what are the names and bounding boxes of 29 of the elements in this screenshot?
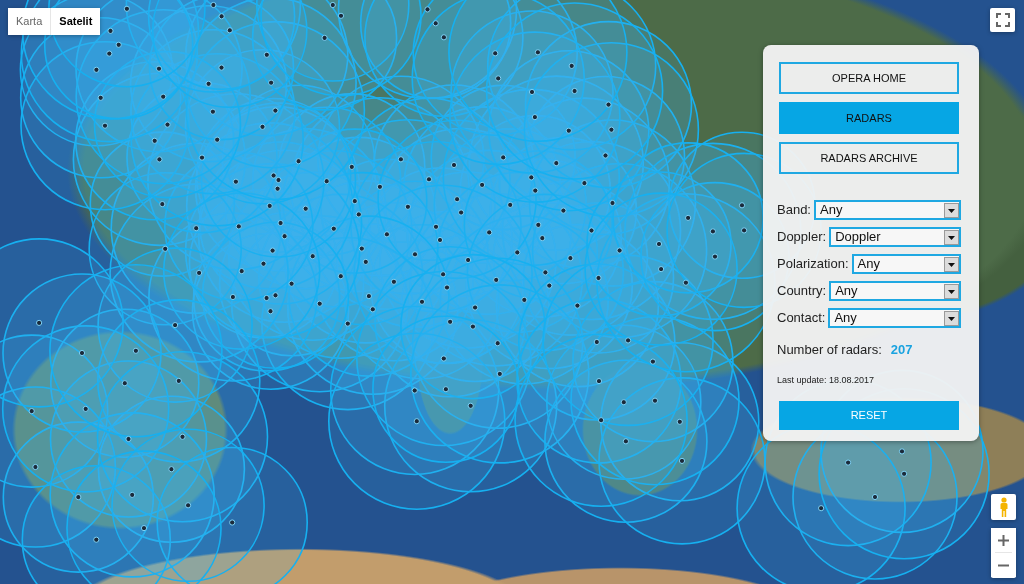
caret-icon (944, 283, 959, 299)
map-type-button[interactable]: Karta (8, 8, 51, 35)
filter-label: Doppler: (777, 228, 827, 247)
filter-label: Contact: (777, 309, 826, 328)
fullscreen-button[interactable] (990, 8, 1015, 32)
caret-icon (944, 310, 959, 326)
nav-button[interactable]: OPERA HOME (779, 62, 959, 94)
filter-dropdown[interactable]: Any (828, 308, 961, 328)
filter-dropdown[interactable]: Any (851, 254, 961, 274)
filter-dropdown[interactable]: Any (829, 281, 961, 301)
zoom-in-button[interactable] (991, 528, 1016, 552)
filter-label: Country: (777, 282, 827, 301)
fullscreen-icon (995, 13, 1010, 27)
filter-label: Polarization: (777, 255, 849, 274)
minus-icon (998, 563, 1009, 567)
caret-icon (944, 256, 959, 272)
filter-dropdown[interactable]: Any (814, 200, 961, 220)
map-type-button[interactable]: Satelit (50, 8, 101, 35)
nav-button[interactable]: RADARS (779, 102, 959, 134)
nav-button[interactable]: RADARS ARCHIVE (779, 142, 959, 174)
person-icon (998, 497, 1009, 517)
filter-label: Band: (777, 201, 811, 220)
caret-icon (944, 229, 959, 245)
filter-dropdown[interactable]: Doppler (829, 227, 961, 247)
caret-icon (944, 202, 959, 218)
last-update-text: Last update: 18.08.2017 (777, 373, 875, 387)
plus-icon (998, 534, 1009, 546)
radar-count-value: 207 (890, 341, 913, 359)
radar-count-label: Number of radars: (777, 341, 882, 359)
